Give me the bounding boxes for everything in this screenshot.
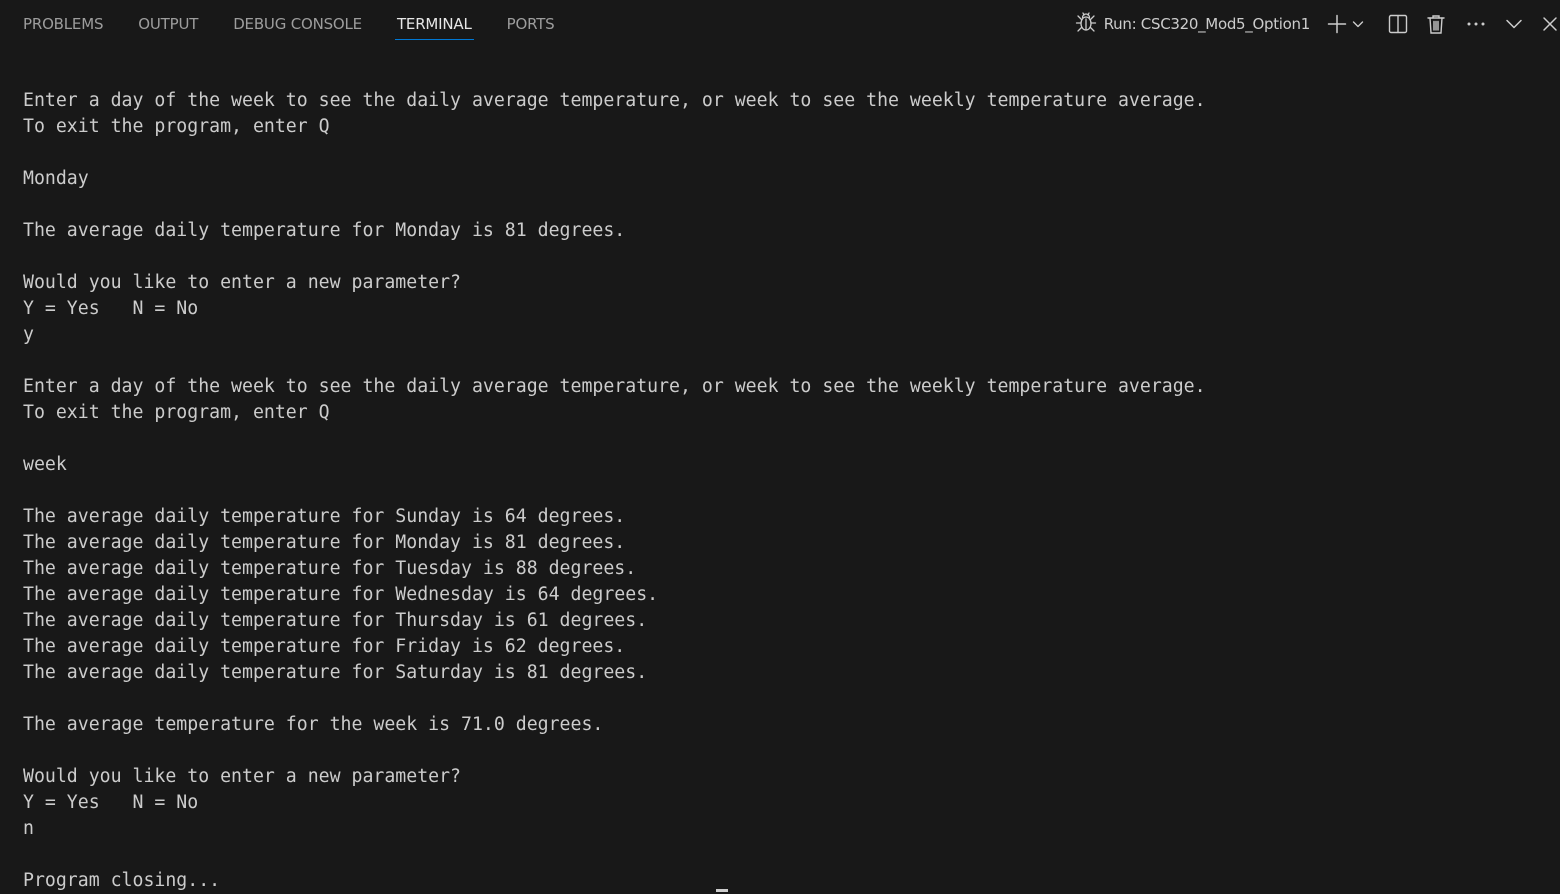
terminal-line: The average daily temperature for Monday…	[23, 532, 626, 553]
terminal-cursor	[716, 889, 728, 892]
terminal-line: y	[23, 324, 34, 345]
terminal-line: The average daily temperature for Friday…	[23, 636, 626, 657]
split-terminal-button[interactable]	[1386, 8, 1410, 40]
terminal-line: Enter a day of the week to see the daily…	[23, 376, 1206, 397]
terminal-line: n	[23, 818, 34, 839]
split-terminal-icon	[1387, 13, 1409, 35]
tab-terminal[interactable]: TERMINAL	[394, 0, 474, 48]
chevron-down-icon	[1504, 14, 1524, 34]
new-terminal-button[interactable]	[1324, 8, 1350, 40]
more-actions-button[interactable]	[1464, 8, 1488, 40]
terminal-run-selector[interactable]: Run: CSC320_Mod5_Option1	[1074, 0, 1310, 48]
plus-icon	[1327, 14, 1347, 34]
tab-ports[interactable]: PORTS	[507, 0, 555, 48]
debug-icon	[1074, 10, 1098, 38]
close-icon	[1541, 15, 1559, 33]
ellipsis-icon	[1465, 13, 1487, 35]
terminal-line: Would you like to enter a new parameter?	[23, 272, 461, 293]
terminal-output[interactable]: Enter a day of the week to see the daily…	[23, 88, 1543, 894]
terminal-line: The average daily temperature for Wednes…	[23, 584, 659, 605]
terminal-line: Y = Yes N = No	[23, 298, 199, 319]
tab-problems[interactable]: PROBLEMS	[23, 0, 103, 48]
terminal-line: To exit the program, enter Q	[23, 402, 330, 423]
terminal-actions: Run: CSC320_Mod5_Option1	[1074, 0, 1560, 48]
tab-debug-console[interactable]: DEBUG CONSOLE	[233, 0, 362, 48]
terminal-run-label: Run: CSC320_Mod5_Option1	[1103, 15, 1311, 33]
terminal-line: The average temperature for the week is …	[23, 714, 604, 735]
panel-tabs: PROBLEMS OUTPUT DEBUG CONSOLE TERMINAL P…	[23, 0, 590, 48]
terminal-line: The average daily temperature for Sunday…	[23, 506, 626, 527]
terminal-line: Enter a day of the week to see the daily…	[23, 90, 1206, 111]
trash-icon	[1425, 13, 1447, 35]
terminal-line: Y = Yes N = No	[23, 792, 199, 813]
terminal-line: Would you like to enter a new parameter?	[23, 766, 461, 787]
kill-terminal-button[interactable]	[1424, 8, 1448, 40]
tab-output[interactable]: OUTPUT	[138, 0, 198, 48]
terminal-line: Program closing...	[23, 870, 221, 891]
terminal-line: To exit the program, enter Q	[23, 116, 330, 137]
close-panel-button[interactable]	[1540, 8, 1560, 40]
launch-profile-button[interactable]	[1350, 8, 1366, 40]
maximize-panel-button[interactable]	[1502, 8, 1526, 40]
terminal-line: week	[23, 454, 67, 475]
terminal-line: The average daily temperature for Thursd…	[23, 610, 648, 631]
terminal-line: The average daily temperature for Tuesda…	[23, 558, 637, 579]
terminal-line: The average daily temperature for Monday…	[23, 220, 626, 241]
terminal-line: The average daily temperature for Saturd…	[23, 662, 648, 683]
chevron-down-icon	[1351, 17, 1365, 31]
panel-header: PROBLEMS OUTPUT DEBUG CONSOLE TERMINAL P…	[0, 0, 1560, 48]
terminal-line: Monday	[23, 168, 89, 189]
